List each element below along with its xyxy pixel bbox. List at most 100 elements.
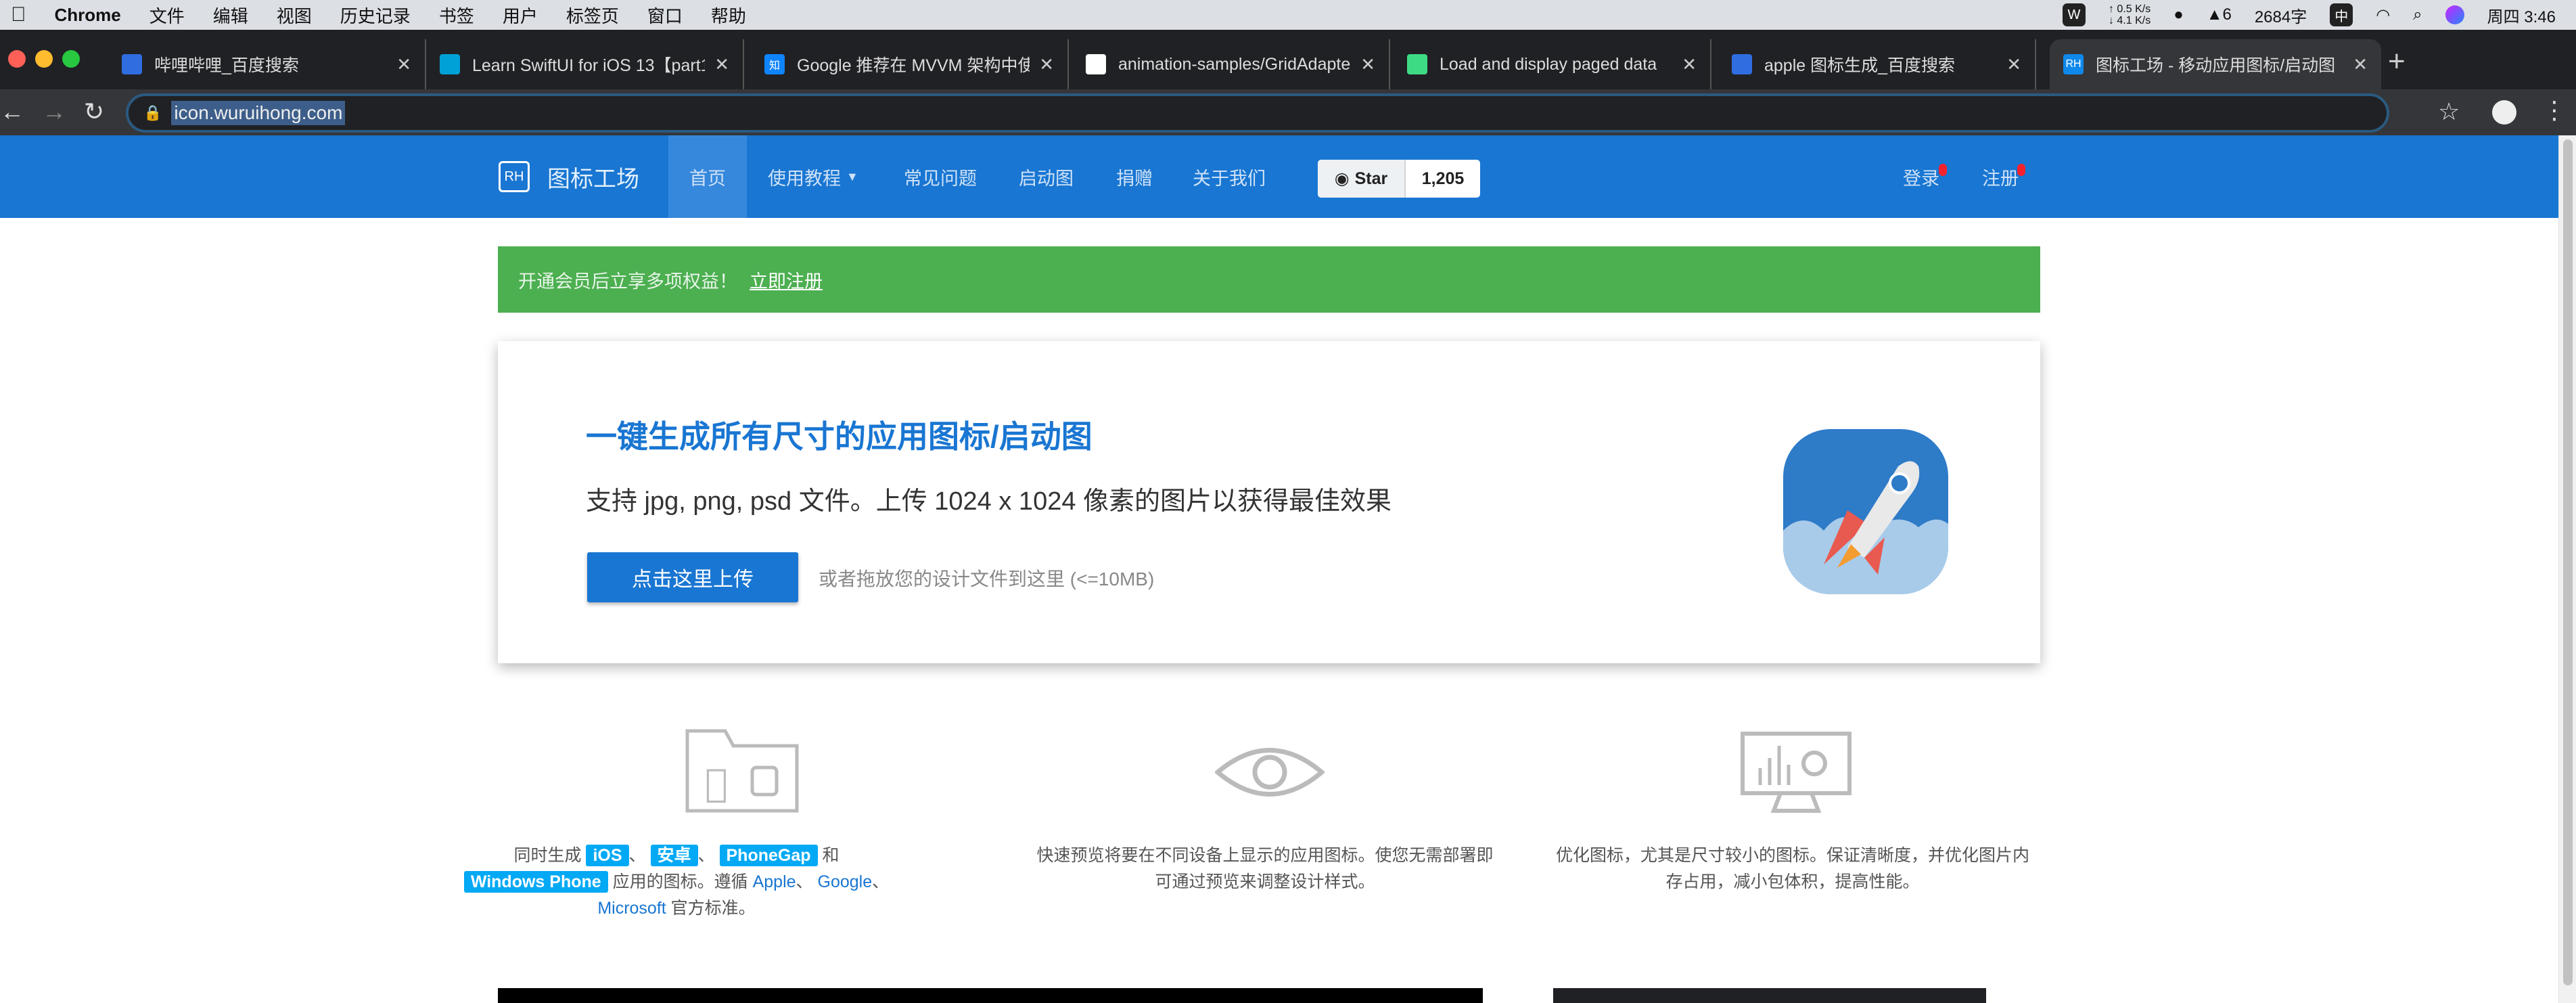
menu-help[interactable]: 帮助 bbox=[711, 3, 746, 28]
microsoft-link[interactable]: Microsoft bbox=[597, 899, 666, 918]
forward-icon[interactable]: → bbox=[42, 97, 66, 126]
qq-icon[interactable]: ▲6 bbox=[2207, 5, 2232, 24]
wechat-icon[interactable]: ● bbox=[2174, 5, 2184, 24]
net-up: ↑ 0.5 K/s bbox=[2108, 3, 2151, 15]
github-star-widget[interactable]: ◉ Star 1,205 bbox=[1318, 160, 1480, 198]
eye-preview-icon bbox=[1215, 748, 1325, 797]
net-down: ↓ 4.1 K/s bbox=[2108, 15, 2151, 26]
svg-text::  bbox=[705, 761, 728, 805]
menu-view[interactable]: 视图 bbox=[277, 3, 312, 28]
tab-title: Load and display paged data bbox=[1440, 54, 1657, 74]
google-link[interactable]: Google bbox=[818, 872, 873, 891]
demo-video-preview[interactable] bbox=[498, 988, 1483, 1003]
tab-title: Google 推荐在 MVVM 架构中使用 bbox=[797, 56, 1030, 75]
browser-tab[interactable]: RH 图标工场 - 移动应用图标/启动图 ✕ bbox=[2050, 39, 2381, 89]
monitor-optimize-icon bbox=[1741, 732, 1852, 813]
nav-about[interactable]: 关于我们 bbox=[1193, 135, 1266, 218]
browser-tab[interactable]: apple 图标生成_百度搜索 ✕ bbox=[1718, 39, 2036, 89]
zhihu-icon: 知 bbox=[764, 54, 785, 74]
register-now-link[interactable]: 立即注册 bbox=[750, 267, 823, 293]
feature-text: 官方标准。 bbox=[670, 899, 756, 918]
nav-launch-image[interactable]: 启动图 bbox=[1019, 135, 1074, 218]
brand-name: 图标工场 bbox=[547, 166, 639, 192]
rh-icon: RH bbox=[2063, 54, 2084, 74]
bilibili-icon bbox=[440, 54, 460, 74]
browser-tab[interactable]: 知 Google 推荐在 MVVM 架构中使用 ✕ bbox=[751, 39, 1069, 89]
rocket-app-icon bbox=[1783, 429, 1948, 594]
close-tab-icon[interactable]: ✕ bbox=[1360, 54, 1375, 75]
apple-menu-icon[interactable]:  bbox=[11, 3, 26, 26]
lock-icon[interactable]: 🔒 bbox=[143, 104, 162, 122]
feature-text: 同时生成 bbox=[513, 846, 582, 865]
siri-icon[interactable] bbox=[2445, 5, 2464, 24]
close-tab-icon[interactable]: ✕ bbox=[1039, 54, 1054, 75]
close-tab-icon[interactable]: ✕ bbox=[2006, 54, 2021, 75]
close-tab-icon[interactable]: ✕ bbox=[396, 54, 411, 75]
nav-home[interactable]: 首页 bbox=[668, 135, 747, 218]
android-icon bbox=[1407, 54, 1427, 74]
menu-edit[interactable]: 编辑 bbox=[213, 3, 248, 28]
site-logo[interactable]: RH 图标工场 bbox=[499, 135, 639, 218]
hero-subtitle: 支持 jpg, png, psd 文件。上传 1024 x 1024 像素的图片… bbox=[586, 487, 1392, 516]
url-text[interactable]: icon.wuruihong.com bbox=[171, 101, 346, 125]
wps-icon[interactable]: W bbox=[2062, 3, 2086, 26]
nav-donate[interactable]: 捐赠 bbox=[1116, 135, 1153, 218]
nav-register[interactable]: 注册 bbox=[1982, 135, 2019, 218]
demo-screenshot-preview bbox=[1553, 988, 1986, 1003]
menu-window[interactable]: 窗口 bbox=[647, 3, 683, 28]
close-tab-icon[interactable]: ✕ bbox=[2353, 54, 2368, 75]
menu-history[interactable]: 历史记录 bbox=[340, 3, 411, 28]
tag-ios: iOS bbox=[586, 845, 629, 866]
menu-kebab-icon[interactable]: ⋮ bbox=[2542, 96, 2567, 125]
zoom-window-button[interactable] bbox=[62, 50, 80, 68]
menu-user[interactable]: 用户 bbox=[503, 3, 538, 28]
tag-windows-phone: Windows Phone bbox=[463, 871, 608, 893]
menu-file[interactable]: 文件 bbox=[150, 3, 185, 28]
separator: 、 bbox=[697, 846, 715, 865]
close-tab-icon[interactable]: ✕ bbox=[714, 54, 729, 75]
close-tab-icon[interactable]: ✕ bbox=[1682, 54, 1697, 75]
nav-faq[interactable]: 常见问题 bbox=[904, 135, 977, 218]
github-star-button[interactable]: ◉ Star bbox=[1318, 160, 1406, 198]
browser-tab[interactable]: animation-samples/GridAdapte ✕ bbox=[1072, 39, 1390, 89]
close-window-button[interactable] bbox=[8, 50, 26, 68]
menu-tabs[interactable]: 标签页 bbox=[566, 3, 619, 28]
upload-card[interactable]: 一键生成所有尺寸的应用图标/启动图 支持 jpg, png, psd 文件。上传… bbox=[498, 341, 2040, 663]
membership-banner: 开通会员后立享多项权益！ 立即注册 bbox=[498, 246, 2040, 313]
nav-login[interactable]: 登录 bbox=[1903, 135, 1939, 218]
reload-icon[interactable]: ↻ bbox=[84, 97, 104, 126]
tab-title: 哔哩哔哩_百度搜索 bbox=[154, 56, 299, 75]
caret-down-icon: ▼ bbox=[846, 169, 858, 183]
nav-tutorial-label: 使用教程 bbox=[768, 168, 841, 189]
wifi-icon[interactable]: ◠ bbox=[2376, 5, 2390, 25]
back-icon[interactable]: ← bbox=[0, 97, 24, 126]
feature-text: 应用的图标。遵循 bbox=[612, 872, 748, 891]
profile-avatar[interactable] bbox=[2492, 100, 2516, 125]
star-label: Star bbox=[1354, 169, 1388, 188]
menu-bookmarks[interactable]: 书签 bbox=[439, 3, 474, 28]
upload-button[interactable]: 点击这里上传 bbox=[587, 552, 798, 602]
scrollbar-thumb[interactable] bbox=[2563, 139, 2573, 985]
feature-text: 和 bbox=[822, 846, 840, 865]
bookmark-star-icon[interactable]: ☆ bbox=[2438, 97, 2460, 126]
browser-tab[interactable]: 哔哩哔哩_百度搜索 ✕ bbox=[108, 39, 426, 89]
browser-tab[interactable]: Load and display paged data ✕ bbox=[1394, 39, 1711, 89]
apple-link[interactable]: Apple bbox=[753, 872, 796, 891]
ime-icon[interactable]: 中 bbox=[2330, 3, 2353, 26]
tab-strip: 哔哩哔哩_百度搜索 ✕ Learn SwiftUI for iOS 13【part1… bbox=[0, 30, 2576, 89]
multi-platform-folder-icon:  bbox=[685, 729, 799, 813]
tab-title: animation-samples/GridAdapte bbox=[1118, 54, 1351, 74]
clock: 周四 3:46 bbox=[2487, 7, 2556, 26]
feature-preview: 快速预览将要在不同设备上显示的应用图标。使您无需部署即可通过预览来调整设计样式。 bbox=[1036, 846, 1494, 891]
baidu-icon bbox=[1732, 54, 1752, 74]
menu-app[interactable]: Chrome bbox=[55, 5, 121, 26]
minimize-window-button[interactable] bbox=[35, 50, 53, 68]
nav-tutorial[interactable]: 使用教程 ▼ bbox=[768, 135, 858, 218]
page-scrollbar[interactable] bbox=[2558, 135, 2576, 1003]
search-icon[interactable]: ⌕ bbox=[2413, 5, 2422, 24]
browser-tab[interactable]: Learn SwiftUI for iOS 13【part1 ✕ bbox=[426, 39, 744, 89]
new-tab-button[interactable]: + bbox=[2388, 45, 2406, 79]
address-bar[interactable]: 🔒 icon.wuruihong.com bbox=[126, 93, 2389, 133]
github-icon bbox=[1086, 54, 1106, 74]
star-count[interactable]: 1,205 bbox=[1406, 160, 1480, 198]
